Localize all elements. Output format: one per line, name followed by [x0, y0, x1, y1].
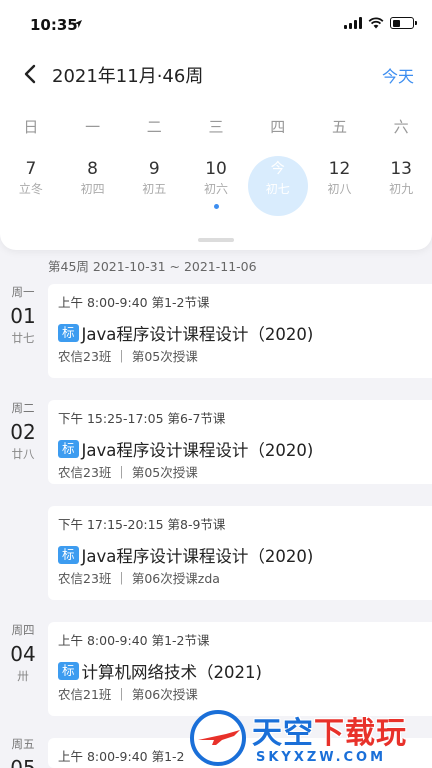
course-title: 计算机网络技术（2021) — [81, 663, 262, 682]
course-title: Java程序设计课程设计（2020) — [81, 547, 314, 566]
chevron-left-icon — [24, 64, 36, 84]
course-time: 上午 8:00-9:40 第1-2节课 — [58, 633, 210, 648]
watermark-accent-text: 下载玩 — [314, 716, 407, 751]
date-cell[interactable]: 10 初六 — [185, 158, 247, 218]
date-number: 12 — [328, 159, 351, 179]
course-card[interactable]: 下午 15:25-17:05 第6-7节课 标 Java程序设计课程设计（202… — [48, 400, 432, 484]
day-lunar: 卅 — [17, 669, 29, 683]
course-card[interactable]: 下午 17:15-20:15 第8-9节课 标 Java程序设计课程设计（202… — [48, 506, 432, 600]
day-number: 04 — [10, 642, 36, 666]
location-arrow-icon — [74, 20, 82, 28]
course-card[interactable]: 上午 8:00-9:40 第1-2节课 标 计算机网络技术（2021) 农信21… — [48, 622, 432, 716]
date-number: 9 — [148, 159, 160, 179]
weekday-label: 二 — [146, 118, 162, 136]
course-time: 下午 17:15-20:15 第8-9节课 — [58, 517, 226, 532]
date-number: 7 — [25, 159, 37, 179]
drag-handle[interactable] — [198, 238, 234, 242]
nav-bar: 2021年11月·46周 今天 — [0, 52, 432, 96]
course-tag-badge: 标 — [58, 440, 79, 458]
today-button[interactable]: 今天 — [382, 63, 414, 87]
day-lunar: 廿八 — [11, 447, 35, 461]
status-time: 10:35 — [30, 16, 78, 34]
course-title: Java程序设计课程设计（2020) — [81, 441, 314, 460]
date-lunar: 初八 — [327, 182, 352, 196]
course-info: 农信23班 ｜ 第06次授课zda — [58, 571, 220, 586]
airplane-icon — [198, 730, 240, 745]
week-date-strip: 7 立冬 8 初四 9 初五 10 初六 今 初七 12 初八 13 初九 — [0, 156, 432, 218]
page-title: 2021年11月·46周 — [52, 66, 204, 87]
day-label: 周五 05 — [0, 736, 46, 768]
day-weekday: 周二 — [11, 401, 35, 415]
course-title: Java程序设计课程设计（2020) — [81, 325, 314, 344]
day-label: 周二 02 廿八 — [0, 400, 46, 462]
calendar-header-panel: 10:35 2021年11月·46周 今天 日 一 二 三 四 五 六 7 立冬… — [0, 0, 432, 250]
course-tag-badge: 标 — [58, 546, 79, 564]
day-weekday: 周四 — [11, 623, 35, 637]
day-lunar: 廿七 — [11, 331, 35, 345]
weekday-label: 五 — [331, 118, 347, 136]
day-number: 05 — [10, 756, 36, 768]
date-lunar: 初七 — [265, 182, 290, 196]
day-number: 02 — [10, 420, 36, 444]
status-bar: 10:35 — [0, 0, 432, 46]
watermark-main-text: 天空 — [252, 716, 314, 751]
date-cell[interactable]: 9 初五 — [123, 158, 185, 218]
date-number: 10 — [205, 159, 227, 179]
date-number: 13 — [390, 159, 412, 179]
date-lunar: 初四 — [80, 182, 105, 196]
day-weekday: 周五 — [11, 737, 35, 751]
date-cell[interactable]: 7 立冬 — [0, 158, 62, 218]
weekday-label: 三 — [208, 118, 224, 136]
date-cell-today[interactable]: 今 初七 — [247, 156, 309, 218]
week-range-header: 第45周 2021-10-31 ~ 2021-11-06 — [48, 259, 257, 274]
course-info: 农信23班 ｜ 第05次授课 — [58, 465, 198, 480]
weekday-label: 四 — [270, 118, 286, 136]
date-lunar: 初五 — [142, 182, 167, 196]
course-tag-badge: 标 — [58, 662, 79, 680]
course-time: 下午 15:25-17:05 第6-7节课 — [58, 411, 226, 426]
course-card[interactable]: 上午 8:00-9:40 第1-2节课 标 Java程序设计课程设计（2020)… — [48, 284, 432, 378]
date-cell[interactable]: 12 初八 — [309, 158, 371, 218]
date-lunar: 立冬 — [18, 182, 43, 196]
day-label: 周四 04 卅 — [0, 622, 46, 684]
weekday-header: 日 一 二 三 四 五 六 — [0, 112, 432, 142]
course-info: 农信21班 ｜ 第06次授课 — [58, 687, 198, 702]
back-button[interactable] — [16, 60, 44, 88]
date-lunar: 初九 — [389, 182, 414, 196]
status-icons — [344, 17, 417, 29]
course-time: 上午 8:00-9:40 第1-2节课 — [58, 295, 210, 310]
date-number: 8 — [87, 159, 98, 179]
wifi-icon — [368, 17, 384, 29]
battery-icon — [390, 17, 417, 29]
weekday-label: 一 — [85, 118, 101, 136]
date-cell[interactable]: 13 初九 — [370, 158, 432, 218]
cellular-signal-icon — [344, 17, 362, 29]
course-tag-badge: 标 — [58, 324, 79, 342]
course-info: 农信23班 ｜ 第05次授课 — [58, 349, 198, 364]
date-lunar: 初六 — [204, 182, 229, 196]
event-dot — [213, 204, 219, 209]
weekday-label: 日 — [23, 118, 39, 136]
day-label: 周一 01 廿七 — [0, 284, 46, 346]
day-weekday: 周一 — [11, 285, 35, 299]
date-number: 今 — [270, 161, 285, 177]
date-cell[interactable]: 8 初四 — [62, 158, 124, 218]
site-watermark-logo: 天空下载玩 SKYXZW.COM — [186, 706, 432, 768]
weekday-label: 六 — [393, 118, 409, 136]
day-number: 01 — [10, 304, 36, 328]
watermark-url: SKYXZW.COM — [256, 750, 387, 765]
